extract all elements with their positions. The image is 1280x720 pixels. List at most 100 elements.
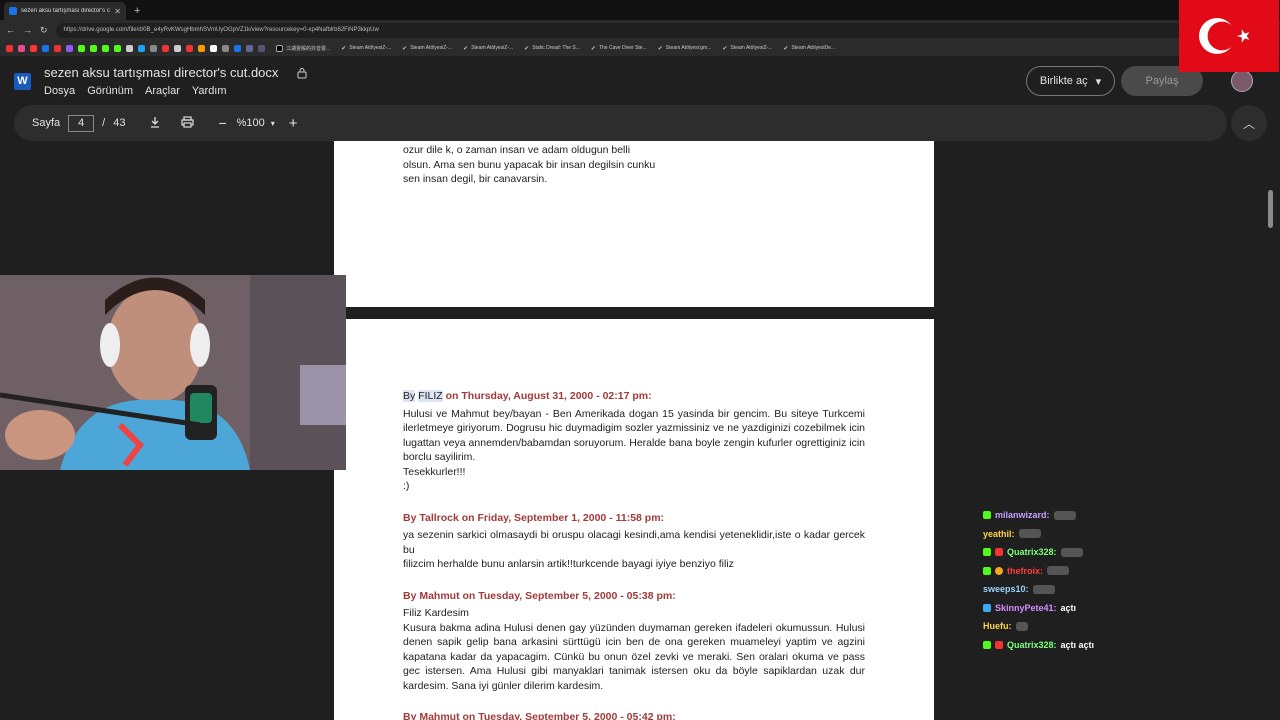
bookmark-icon[interactable] bbox=[90, 44, 97, 52]
download-icon[interactable] bbox=[149, 116, 161, 131]
close-tab-icon[interactable]: ✕ bbox=[114, 7, 121, 16]
post-header-rest: on Thursday, August 31, 2000 - 02:17 pm: bbox=[442, 390, 652, 402]
chat-username: thefroix: bbox=[1007, 565, 1043, 576]
reload-icon[interactable]: ↻ bbox=[40, 25, 48, 36]
back-icon[interactable]: ← bbox=[6, 25, 15, 35]
post-body-line: filizcim herhalde bunu anlarsin artik!!t… bbox=[403, 558, 734, 570]
post-body-line: Filiz Kardesim bbox=[403, 607, 469, 619]
bookmark-icon[interactable] bbox=[126, 44, 133, 52]
collapse-toolbar-button[interactable]: ︿ bbox=[1231, 105, 1267, 141]
word-app-icon: W bbox=[14, 73, 31, 90]
post-header: By Mahmut on Tuesday, September 5, 2000 … bbox=[403, 711, 676, 720]
bookmark-icon[interactable] bbox=[186, 44, 193, 52]
bookmark-icon[interactable] bbox=[6, 44, 13, 52]
bookmark-icon[interactable] bbox=[150, 44, 157, 52]
scrollbar-thumb[interactable] bbox=[1268, 190, 1273, 228]
bookmark-link[interactable]: 江湖霊殿的抖音霊... bbox=[276, 44, 330, 52]
chat-text: açtı açtı bbox=[1060, 639, 1095, 650]
bookmark-icon[interactable] bbox=[246, 44, 253, 52]
emote-icon bbox=[1053, 510, 1076, 520]
chat-username: Huefu: bbox=[983, 621, 1012, 631]
bookmark-icon[interactable] bbox=[162, 44, 169, 52]
document-page: ozur dile k, o zaman insan ve adam oldug… bbox=[334, 141, 934, 307]
emote-icon bbox=[1060, 547, 1083, 557]
zoom-out-icon[interactable]: − bbox=[218, 115, 226, 131]
bookmark-link[interactable]: ✔ Steam Atölyesi:gm... bbox=[658, 45, 712, 52]
post-header: By Tallrock on Friday, September 1, 2000… bbox=[403, 511, 665, 524]
highlighted-by: By bbox=[403, 390, 416, 402]
bookmark-icon[interactable] bbox=[54, 44, 61, 52]
chat-username: milanwizard: bbox=[995, 510, 1050, 520]
browser-tab-strip: sezen aksu tartışması director's cut.doc… bbox=[0, 0, 1280, 20]
text-line: ozur dile k, o zaman insan ve adam oldug… bbox=[403, 144, 631, 156]
steam-check-icon: ✔ bbox=[341, 45, 347, 52]
menu-item-file[interactable]: Dosya bbox=[44, 85, 75, 97]
zoom-level[interactable]: %100 bbox=[237, 117, 265, 129]
turkish-flag-overlay bbox=[1179, 0, 1279, 72]
menu-item-tools[interactable]: Araçlar bbox=[145, 85, 180, 97]
post-body: ya sezenin sarkici olmasaydi bi oruspu o… bbox=[403, 529, 865, 556]
avatar[interactable] bbox=[1231, 70, 1253, 92]
bookmark-link[interactable]: ✔ Static Dread: The S... bbox=[524, 45, 580, 52]
kick-badge-icon bbox=[983, 511, 991, 520]
bookmark-icon[interactable] bbox=[18, 44, 25, 52]
steam-check-icon: ✔ bbox=[722, 45, 728, 52]
bookmark-icon[interactable] bbox=[114, 44, 121, 52]
steam-check-icon: ✔ bbox=[657, 45, 663, 52]
bookmark-icon[interactable] bbox=[66, 44, 73, 52]
steam-check-icon: ✔ bbox=[463, 45, 469, 52]
chevron-up-icon: ︿ bbox=[1242, 116, 1255, 131]
chat-message: Huefu: bbox=[983, 617, 1094, 636]
browser-tab[interactable]: sezen aksu tartışması director's cut.doc… bbox=[4, 2, 126, 20]
tiktok-icon bbox=[276, 44, 283, 52]
bookmark-icon[interactable] bbox=[234, 44, 241, 52]
bookmark-icon[interactable] bbox=[102, 44, 109, 52]
chat-username: Quatrix328: bbox=[1007, 547, 1057, 557]
chat-username: Quatrix328: bbox=[1007, 639, 1057, 650]
bookmark-link[interactable]: ✔ The Cave Diver Ste... bbox=[591, 45, 647, 52]
chat-message: thefroix: bbox=[983, 562, 1094, 581]
bookmark-icon[interactable] bbox=[222, 44, 229, 52]
chat-message: milanwizard: bbox=[983, 506, 1094, 525]
bookmark-icon[interactable] bbox=[210, 44, 217, 52]
bookmark-link[interactable]: ✔ Steam AtölyesiZ-... bbox=[341, 45, 391, 52]
chat-message: yeathil: bbox=[983, 525, 1094, 544]
menu-bar: Dosya Görünüm Araçlar Yardım bbox=[44, 85, 227, 97]
zoom-in-icon[interactable]: + bbox=[289, 115, 298, 132]
chat-username: SkinnyPete41: bbox=[995, 602, 1057, 613]
gift-badge-icon bbox=[995, 566, 1003, 575]
bookmark-link[interactable]: ✔ Steam AtölyesiDe... bbox=[783, 45, 835, 52]
zoom-dropdown-icon[interactable]: ▾ bbox=[271, 119, 275, 128]
page-separator: / bbox=[102, 117, 106, 129]
bookmark-link[interactable]: ✔ Steam AtölyesiZ-... bbox=[463, 45, 513, 52]
post-body-line: :) bbox=[403, 480, 410, 492]
share-label: Paylaş bbox=[1145, 75, 1179, 87]
open-with-button[interactable]: Birlikte aç ▾ bbox=[1026, 66, 1115, 96]
drive-favicon-icon bbox=[9, 7, 17, 15]
url-field[interactable]: https://drive.google.com/file/d/0B_e4yRv… bbox=[55, 22, 1258, 38]
bookmark-icon[interactable] bbox=[258, 44, 265, 52]
bookmark-icon[interactable] bbox=[138, 44, 145, 52]
page-number-input[interactable]: 4 bbox=[68, 114, 95, 132]
sub-badge-icon bbox=[983, 566, 991, 575]
bookmark-link[interactable]: ✔ Steam AtölyesiZ-... bbox=[402, 45, 452, 52]
bookmark-link[interactable]: ✔ Steam AtölyesiZ-... bbox=[722, 45, 772, 52]
highlighted-author: FILIZ bbox=[418, 390, 443, 402]
open-with-label: Birlikte aç bbox=[1039, 75, 1088, 87]
shared-lock-icon[interactable] bbox=[296, 67, 308, 79]
document-title: sezen aksu tartışması director's cut.doc… bbox=[44, 65, 279, 80]
post-body-line: Tesekkurler!!! bbox=[403, 465, 466, 478]
emote-icon bbox=[1015, 621, 1028, 631]
bookmark-icon[interactable] bbox=[42, 44, 49, 52]
bookmark-icon[interactable] bbox=[174, 44, 181, 52]
bookmark-icon[interactable] bbox=[198, 44, 205, 52]
forward-icon[interactable]: → bbox=[23, 25, 32, 35]
print-icon[interactable] bbox=[181, 115, 195, 131]
emote-icon bbox=[1032, 584, 1055, 594]
bookmark-icon[interactable] bbox=[30, 44, 37, 52]
menu-item-help[interactable]: Yardım bbox=[192, 85, 227, 97]
new-tab-plus-icon[interactable]: + bbox=[134, 2, 140, 20]
bookmark-icon[interactable] bbox=[78, 44, 85, 52]
sub-badge-icon bbox=[983, 548, 991, 557]
menu-item-view[interactable]: Görünüm bbox=[87, 85, 133, 97]
